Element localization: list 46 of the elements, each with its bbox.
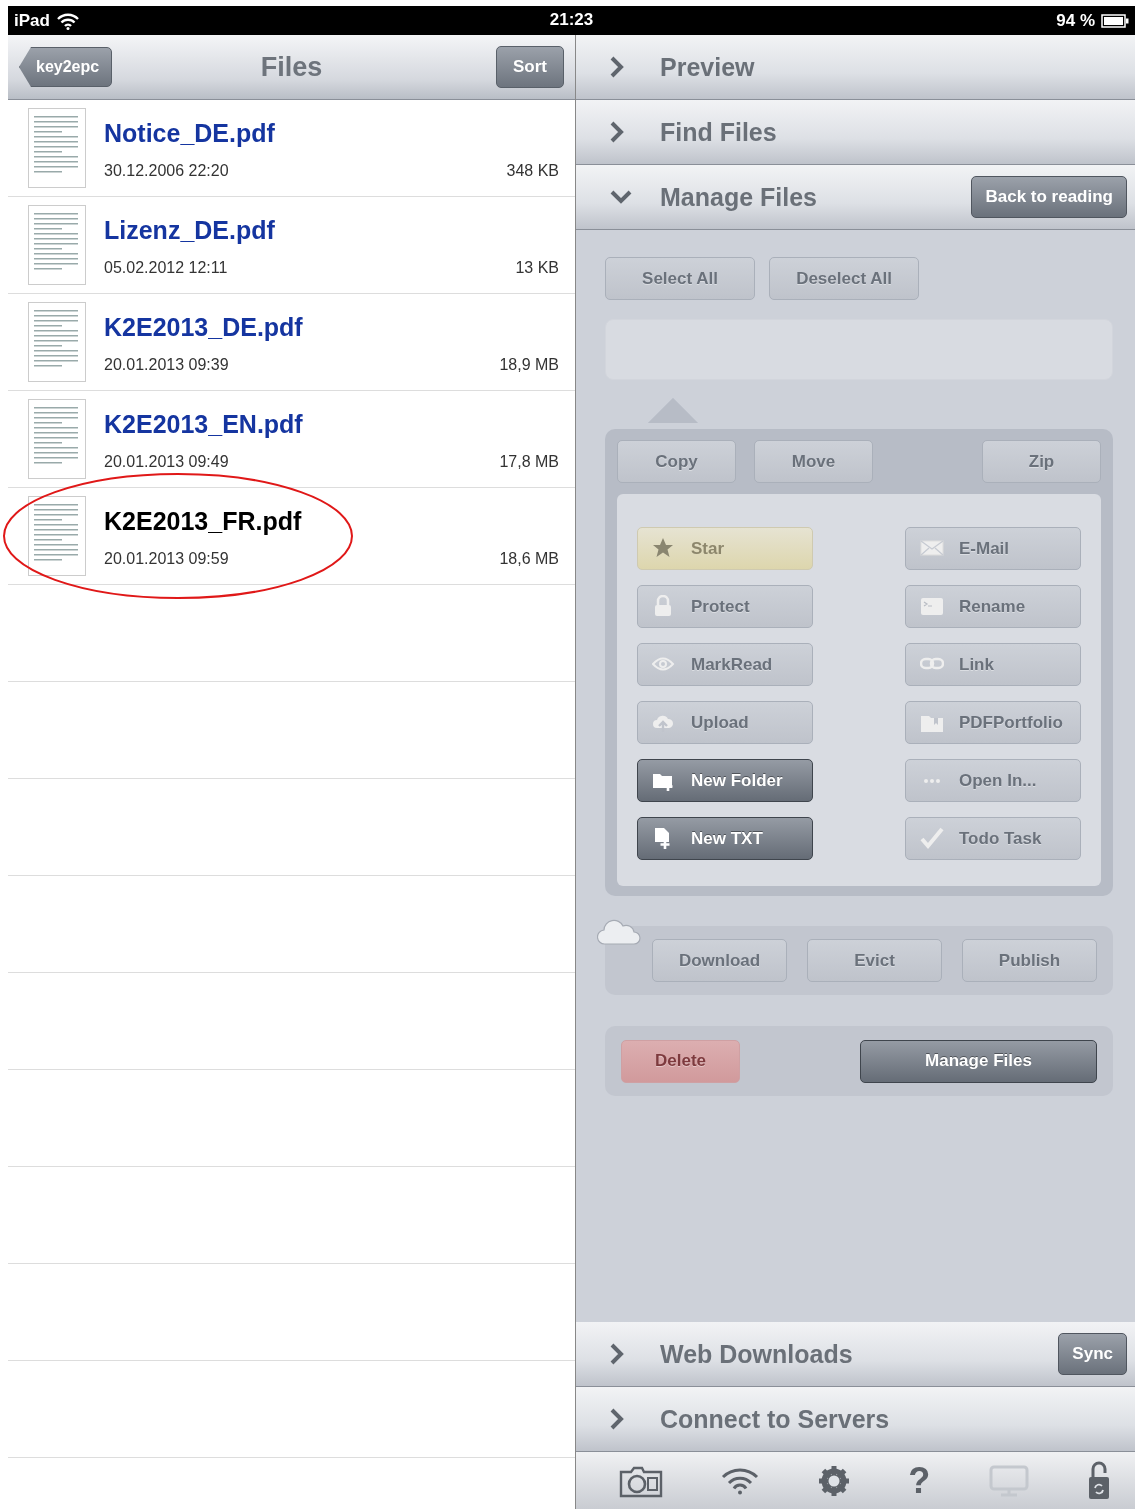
- cloud-icon: [597, 918, 641, 946]
- file-size: 18,9 MB: [499, 355, 559, 374]
- section-header[interactable]: Connect to Servers: [576, 1387, 1135, 1452]
- sort-button[interactable]: Sort: [496, 46, 564, 88]
- file-name: Notice_DE.pdf: [104, 118, 276, 148]
- section-header[interactable]: Manage Files Back to reading: [576, 165, 1135, 230]
- file-date: 20.01.2013 09:39: [104, 355, 229, 374]
- battery-icon: [1101, 13, 1129, 28]
- section-title: Preview: [660, 52, 755, 82]
- section-header[interactable]: Preview: [576, 35, 1135, 100]
- battery-percent: 94 %: [1056, 10, 1095, 31]
- file-date: 20.01.2013 09:59: [104, 549, 229, 568]
- file-date: 20.01.2013 09:49: [104, 452, 229, 471]
- file-size: 18,6 MB: [499, 549, 559, 568]
- file-date: 30.12.2006 22:20: [104, 161, 229, 180]
- section-header[interactable]: Web Downloads Sync: [576, 1322, 1135, 1387]
- section-title: Manage Files: [660, 182, 817, 212]
- checkmark-icon: [920, 827, 944, 850]
- header-button[interactable]: Back to reading: [971, 176, 1127, 218]
- file-name: Lizenz_DE.pdf: [104, 215, 276, 245]
- manage-files-button[interactable]: Manage Files: [860, 1039, 1097, 1083]
- terminal-icon: [920, 595, 944, 618]
- settings-icon[interactable]: [817, 1464, 850, 1497]
- file-size: 17,8 MB: [499, 452, 559, 471]
- section-title: Find Files: [660, 117, 777, 147]
- wifi-icon: [55, 11, 80, 30]
- clock-time: 21:23: [549, 10, 594, 30]
- file-size: 13 KB: [515, 258, 559, 277]
- file-name: K2E2013_EN.pdf: [104, 409, 304, 439]
- action-button[interactable]: New TXT: [637, 817, 813, 860]
- section-header[interactable]: Find Files: [576, 100, 1135, 165]
- action-button[interactable]: New Folder: [637, 759, 813, 802]
- pane-title: Files: [260, 51, 323, 82]
- section-title: Web Downloads: [660, 1339, 853, 1369]
- file-name: K2E2013_FR.pdf: [104, 506, 303, 536]
- wifi-icon[interactable]: [721, 1466, 760, 1495]
- header-button[interactable]: Sync: [1058, 1333, 1127, 1375]
- help-icon[interactable]: ?: [908, 1462, 931, 1499]
- padlock-icon[interactable]: [1086, 1460, 1111, 1501]
- back-button[interactable]: key2epc: [19, 47, 113, 87]
- file-name: K2E2013_DE.pdf: [104, 312, 304, 342]
- ellipsis-icon: [924, 778, 940, 783]
- section-title: Connect to Servers: [660, 1404, 890, 1434]
- device-name: iPad: [14, 10, 50, 31]
- file-size: 348 KB: [506, 161, 559, 180]
- file-date: 05.02.2012 12:11: [104, 258, 228, 277]
